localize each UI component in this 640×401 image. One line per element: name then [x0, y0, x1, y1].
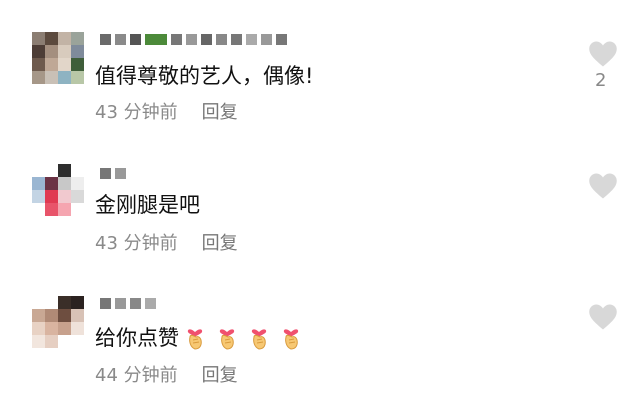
comment-time: 43 分钟前	[95, 233, 178, 254]
finger-heart-emoji	[251, 329, 267, 350]
comment-time: 43 分钟前	[95, 102, 178, 123]
comment-text: 给你点赞	[95, 322, 301, 352]
comment-meta: 44 分钟前 回复	[95, 361, 238, 387]
reply-button[interactable]: 回复	[202, 365, 238, 386]
comment-text: 值得尊敬的艺人，偶像!	[95, 64, 314, 88]
heart-icon[interactable]	[588, 172, 618, 200]
username-obscured[interactable]	[100, 168, 126, 179]
avatar[interactable]	[32, 164, 84, 216]
reply-button[interactable]: 回复	[202, 102, 238, 123]
comment-text-content: 给你点赞	[95, 326, 179, 350]
comment-time: 44 分钟前	[95, 365, 178, 386]
avatar[interactable]	[32, 32, 84, 84]
reply-button[interactable]: 回复	[202, 233, 238, 254]
like-count: 2	[595, 70, 607, 91]
emoji-row	[179, 326, 301, 350]
comment-meta: 43 分钟前 回复	[95, 229, 238, 255]
comment-meta: 43 分钟前 回复	[95, 98, 238, 124]
username-obscured[interactable]	[100, 298, 156, 309]
comment-text: 金刚腿是吧	[95, 193, 200, 217]
finger-heart-emoji	[283, 329, 299, 350]
avatar[interactable]	[32, 296, 84, 348]
username-obscured[interactable]	[100, 34, 287, 45]
finger-heart-emoji	[219, 329, 235, 350]
heart-icon[interactable]	[588, 303, 618, 331]
finger-heart-emoji	[187, 329, 203, 350]
heart-icon[interactable]	[588, 40, 618, 68]
